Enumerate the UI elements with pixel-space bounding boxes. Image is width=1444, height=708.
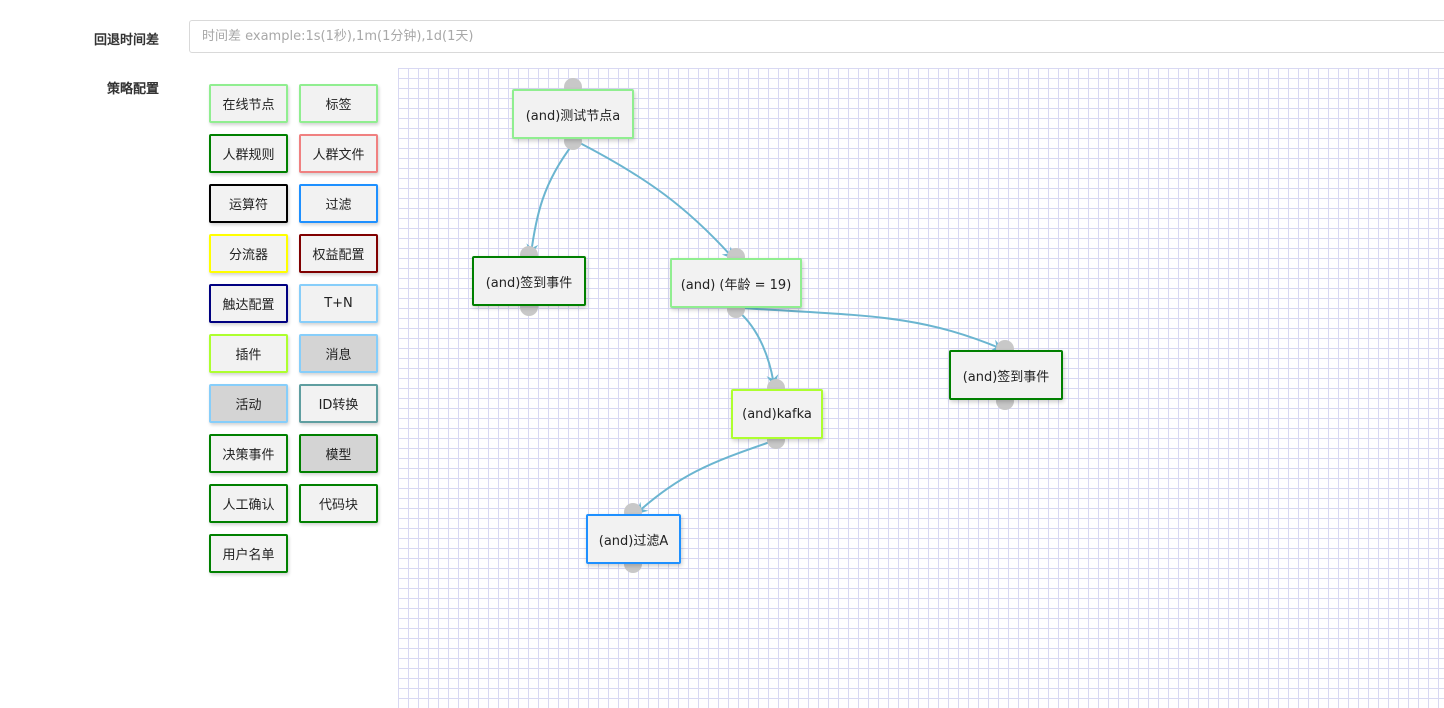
palette-code-block[interactable]: 代码块	[299, 484, 378, 523]
flow-canvas[interactable]: (and)测试节点a (and)签到事件 (and) (年龄 = 19) (an…	[398, 68, 1444, 708]
palette-reach-config[interactable]: 触达配置	[209, 284, 288, 323]
strategy-label: 策略配置	[106, 82, 159, 97]
palette-user-list[interactable]: 用户名单	[209, 534, 288, 573]
edge-age-to-kafka	[737, 310, 779, 387]
flow-edges	[526, 140, 1004, 515]
edge-test-to-age	[575, 140, 735, 260]
palette-tag[interactable]: 标签	[299, 84, 378, 123]
flow-node-kafka[interactable]: (and)kafka	[731, 389, 823, 439]
flow-node-signin-2[interactable]: (and)签到事件	[949, 350, 1063, 400]
palette-id-convert[interactable]: ID转换	[299, 384, 378, 423]
rollback-label: 回退时间差	[93, 33, 159, 48]
palette-filter[interactable]: 过滤	[299, 184, 378, 223]
flow-node-age-19[interactable]: (and) (年龄 = 19)	[670, 258, 802, 308]
flow-node-test-a[interactable]: (and)测试节点a	[512, 89, 634, 139]
palette-model[interactable]: 模型	[299, 434, 378, 473]
palette-decision-event[interactable]: 决策事件	[209, 434, 288, 473]
palette-plugin[interactable]: 插件	[209, 334, 288, 373]
palette-t-plus-n[interactable]: T+N	[299, 284, 378, 323]
palette-splitter[interactable]: 分流器	[209, 234, 288, 273]
palette-crowd-rule[interactable]: 人群规则	[209, 134, 288, 173]
palette-manual-confirm[interactable]: 人工确认	[209, 484, 288, 523]
rollback-input[interactable]	[190, 21, 1444, 52]
palette-activity[interactable]: 活动	[209, 384, 288, 423]
palette-benefit-config[interactable]: 权益配置	[299, 234, 378, 273]
edge-kafka-to-filter	[635, 440, 774, 515]
palette-operator[interactable]: 运算符	[209, 184, 288, 223]
flow-node-signin-1[interactable]: (and)签到事件	[472, 256, 586, 306]
palette-online-node[interactable]: 在线节点	[209, 84, 288, 123]
rollback-field	[189, 20, 1444, 53]
edge-age-to-signin-2	[740, 307, 1004, 351]
flow-node-filter-a[interactable]: (and)过滤A	[586, 514, 681, 564]
palette-crowd-file[interactable]: 人群文件	[299, 134, 378, 173]
edge-test-to-signin	[526, 143, 574, 256]
palette-message[interactable]: 消息	[299, 334, 378, 373]
